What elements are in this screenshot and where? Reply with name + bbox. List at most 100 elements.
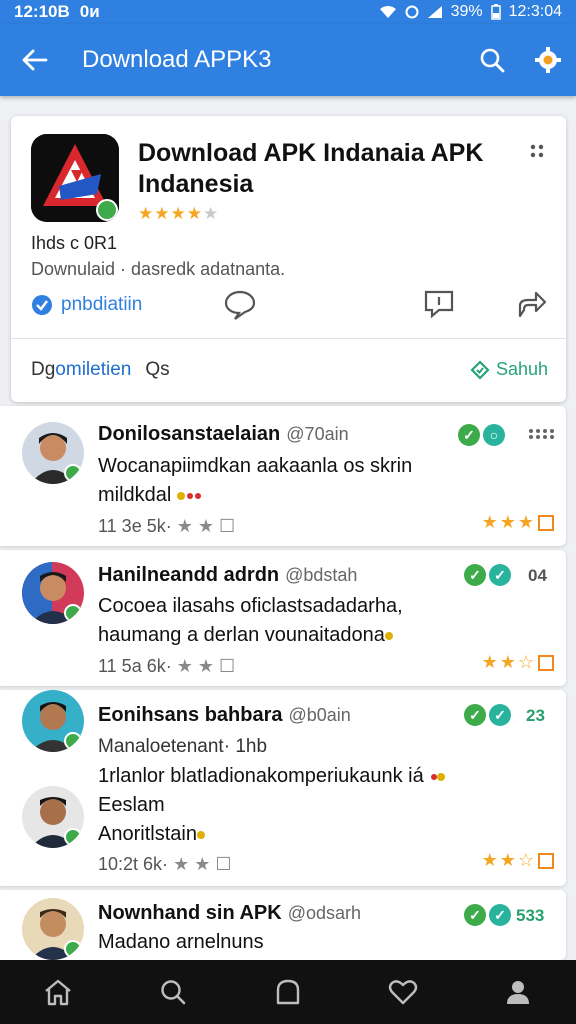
status-time-right: 12:3:04: [508, 3, 562, 20]
star-icon: ★★☆: [481, 850, 536, 870]
nav-search[interactable]: [143, 960, 203, 1024]
tab-completion[interactable]: Dgomiletien Qs: [31, 359, 170, 381]
comment-meta: 11 5a 6k· ★ ★ ☐: [98, 656, 235, 677]
home-icon: [44, 979, 71, 1006]
comment-rating: ★★☆: [482, 850, 554, 871]
more-dots-icon: [529, 429, 554, 439]
comment-item[interactable]: Eonihsans bahbara @b0ain ✓ ✓ 23 Manaloete…: [0, 690, 566, 886]
search-icon: [480, 48, 505, 73]
settings-button[interactable]: [520, 24, 576, 96]
check-icon: ✓: [464, 904, 486, 926]
page-title: Download APPK3: [82, 46, 272, 73]
star-icon: ★: [138, 204, 155, 223]
bottom-nav: [0, 960, 576, 1024]
back-button[interactable]: [0, 24, 70, 96]
search-icon: [161, 980, 186, 1005]
tab-qs[interactable]: Qs: [145, 359, 169, 381]
developer-link[interactable]: pnbdiatiin: [31, 294, 142, 316]
square-icon: [538, 655, 554, 672]
flag-button[interactable]: [423, 288, 455, 325]
comment-item[interactable]: Nownhand sin APK @odsarh ✓ ✓ 533 Madano a…: [0, 890, 566, 960]
avatar[interactable]: [22, 690, 84, 752]
comment-text: Madano arnelnuns: [98, 928, 528, 957]
more-options-button[interactable]: [530, 144, 544, 163]
verified-check-icon: [32, 295, 52, 315]
comment-header: Donilosanstaelaian @70ain: [98, 423, 349, 446]
comment-count: 23: [526, 706, 545, 725]
app-subtitle: Ihds c 0R1: [31, 233, 118, 253]
comment-text: Wocanapiimdkan aakaanla os skrin mildkda…: [98, 452, 528, 510]
check-icon: ✓: [458, 424, 480, 446]
avatar[interactable]: [22, 422, 84, 484]
comment-header: Hanilneandd adrdn @bdstah: [98, 564, 357, 587]
search-button[interactable]: [464, 24, 520, 96]
comment-more-button[interactable]: [528, 427, 554, 445]
comment-time: 11 5a 6k·: [98, 656, 172, 676]
tag-icon: [470, 359, 490, 380]
avatar[interactable]: [22, 898, 84, 960]
battery-percent: 39%: [450, 3, 483, 20]
emoji-icon: [437, 772, 446, 781]
battery-icon: [490, 4, 501, 20]
gear-icon: [535, 47, 561, 73]
comment-author[interactable]: Donilosanstaelaian: [98, 423, 280, 445]
wifi-icon: [379, 6, 396, 18]
comment-text: 1rlanlor blatladionakomperiukaunk iá Ees…: [98, 762, 538, 849]
nav-home[interactable]: [28, 960, 88, 1024]
verified-icon: [96, 199, 118, 221]
alarm-icon: [405, 5, 419, 19]
avatar[interactable]: [22, 786, 84, 848]
star-icon: ★: [154, 204, 171, 223]
comment-handle: @bdstah: [285, 565, 358, 585]
star-icon: ★: [186, 204, 203, 223]
signal-icon: [427, 6, 442, 18]
arrow-left-icon: [22, 49, 48, 71]
comment-rating: ★★☆: [482, 652, 554, 673]
emoji-icon: [384, 631, 393, 640]
app-title: Download APK Indanaia APK Indanesia: [138, 139, 484, 198]
comment-meta: 10:2t 6k· ★ ★ ☐: [98, 854, 231, 875]
comment-count: 04: [528, 566, 547, 585]
tab-label-prefix: Dg: [31, 359, 56, 380]
star-icon: ★★☆: [481, 652, 536, 672]
app-icon[interactable]: [31, 134, 119, 222]
emoji-icon: [194, 492, 201, 499]
app-info-card: Download APK Indanaia APK Indanesia ★★★★…: [11, 116, 566, 402]
comment-item[interactable]: Donilosanstaelaian @70ain ✓ ○ Wocanapiimd…: [0, 406, 566, 546]
share-button[interactable]: [516, 288, 548, 325]
emoji-icon: [196, 830, 205, 839]
share-icon: [518, 291, 547, 318]
emoji-icon: [176, 491, 185, 500]
star-icon: ★: [203, 204, 220, 223]
comment-count: 533: [516, 906, 545, 925]
nav-profile[interactable]: [488, 960, 548, 1024]
square-icon: [538, 853, 554, 870]
check-icon: ✓: [464, 564, 486, 586]
more-dots-icon: [530, 144, 544, 158]
gray-stars: ★ ★ ☐: [173, 854, 232, 874]
comment-header: Nownhand sin APK @odsarh: [98, 902, 361, 925]
comment-author[interactable]: Eonihsans bahbara: [98, 704, 283, 726]
nav-bookmark[interactable]: [258, 960, 318, 1024]
online-badge: [64, 732, 82, 750]
bookmark-icon: [276, 979, 300, 1005]
comment-line: 1rlanlor blatladionakomperiukaunk iá: [98, 765, 424, 787]
comment-button[interactable]: [223, 288, 257, 327]
square-icon: [538, 515, 554, 532]
comment-line: haumang a derlan vounaitadona: [98, 624, 385, 646]
star-icon: ★★★: [481, 512, 536, 532]
comment-item[interactable]: Hanilneandd adrdn @bdstah ✓ ✓ 04 Cocoea i…: [0, 550, 566, 686]
comment-author[interactable]: Nownhand sin APK: [98, 902, 282, 924]
nav-favorites[interactable]: [373, 960, 433, 1024]
sahuh-button[interactable]: Sahuh: [470, 359, 548, 380]
emoji-icon: [186, 492, 193, 499]
app-rating: ★★★★★: [138, 204, 219, 224]
comment-bubble-icon: [224, 290, 256, 320]
comment-author[interactable]: Hanilneandd adrdn: [98, 564, 279, 586]
avatar[interactable]: [22, 562, 84, 624]
status-bar: 12:10B 0и 39% 12:3:04: [0, 0, 576, 24]
comment-time: 10:2t 6k·: [98, 854, 169, 874]
gray-stars: ★ ★ ☐: [176, 656, 236, 676]
gray-stars: ★ ★ ☐: [176, 516, 236, 536]
comment-header: Eonihsans bahbara @b0ain: [98, 704, 351, 727]
